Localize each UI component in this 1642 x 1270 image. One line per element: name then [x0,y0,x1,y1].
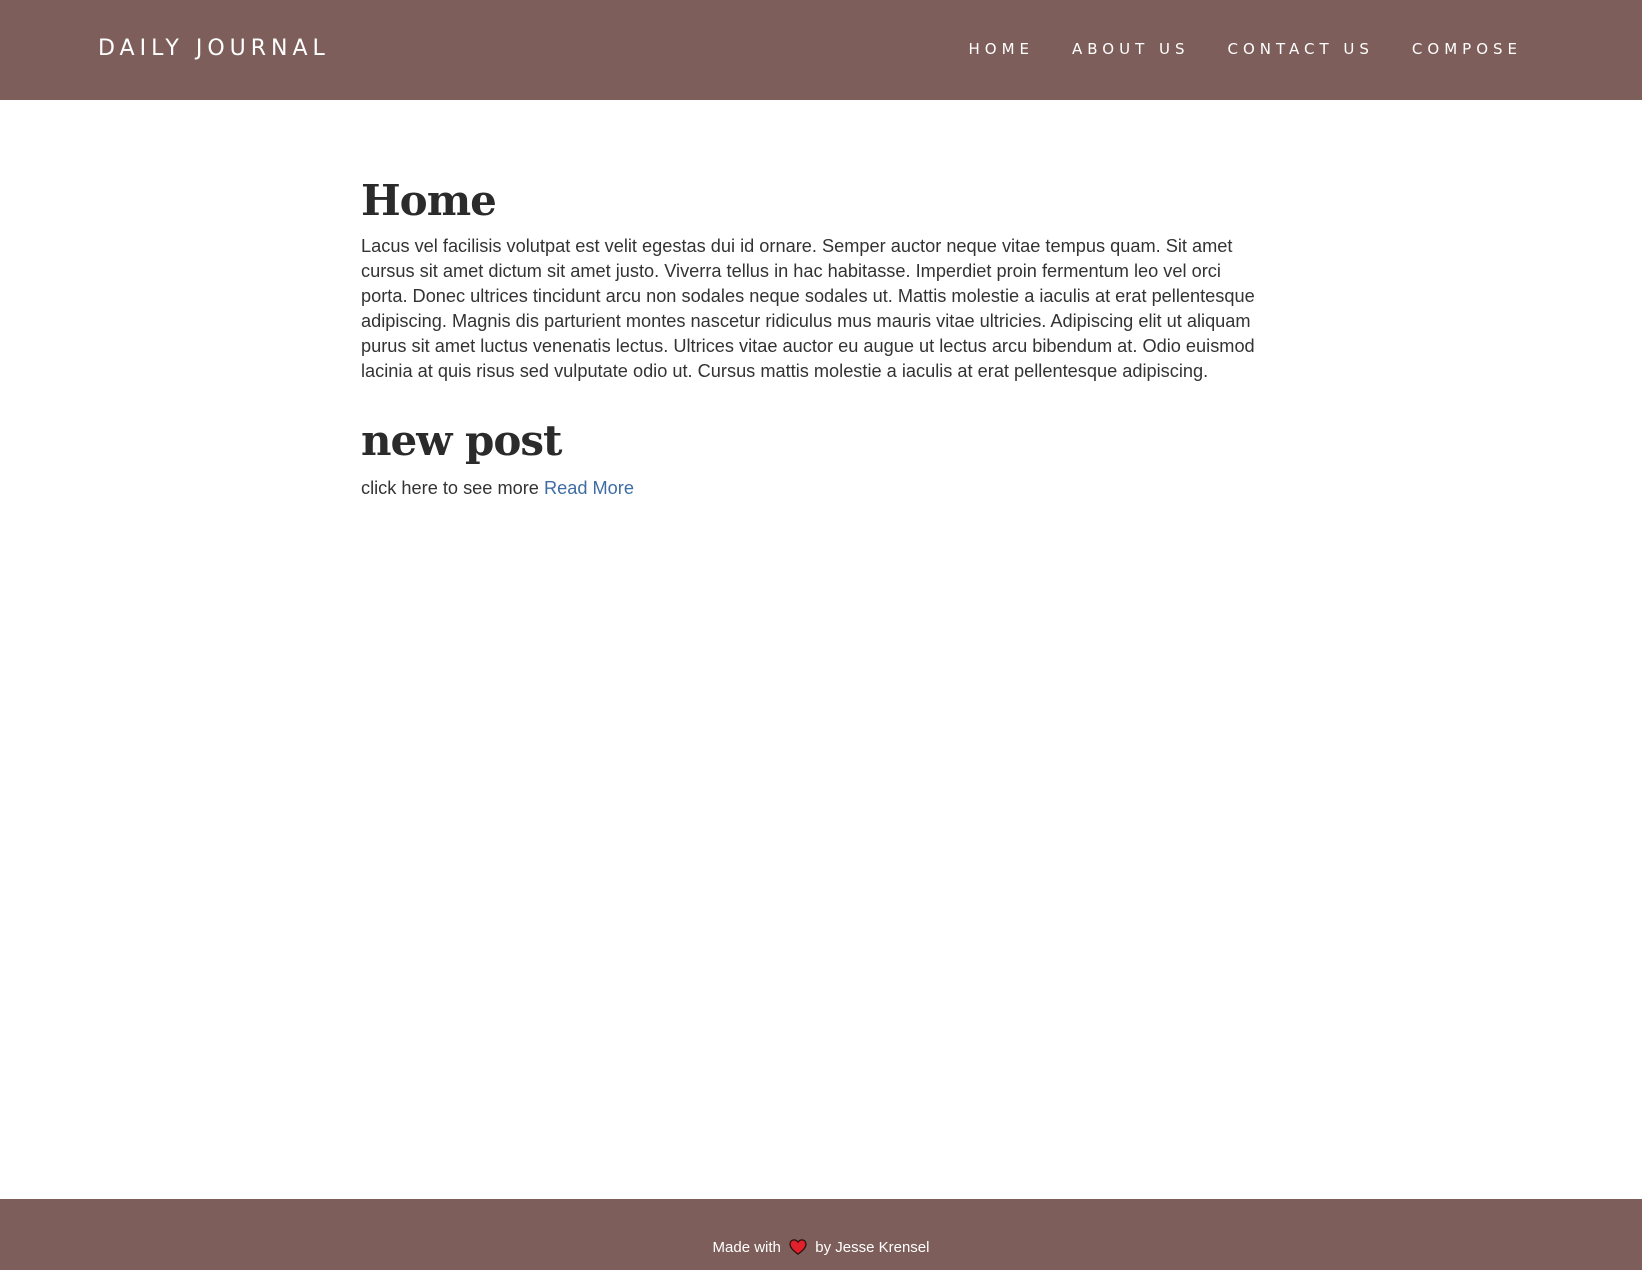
intro-paragraph: Lacus vel facilisis volutpat est velit e… [361,236,1255,381]
footer-credit: Made with by Jesse Krensel [0,1239,1642,1257]
main-content: Home Lacus vel facilisis volutpat est ve… [361,170,1255,501]
brand-logo-link[interactable]: DAILY JOURNAL [98,36,330,62]
post-excerpt: click here to see more Read More [361,476,1255,501]
footer-author: by Jesse Krensel [815,1239,930,1256]
post-item: new post click here to see more Read Mor… [361,410,1255,501]
main-nav: HOME ABOUT US CONTACT US COMPOSE [968,40,1522,58]
nav-link-contact-us[interactable]: CONTACT US [1228,40,1374,58]
nav-link-about-us[interactable]: ABOUT US [1072,40,1190,58]
post-title: new post [361,416,562,465]
heart-icon [789,1239,807,1255]
nav-link-home[interactable]: HOME [968,40,1034,58]
post-excerpt-text: click here to see more [361,478,539,498]
footer-made-with: Made with [712,1239,781,1256]
site-footer: Made with by Jesse Krensel [0,1199,1642,1270]
site-header: DAILY JOURNAL HOME ABOUT US CONTACT US C… [0,0,1642,100]
page-title: Home [361,176,497,225]
nav-link-compose[interactable]: COMPOSE [1412,40,1522,58]
read-more-link[interactable]: Read More [544,478,634,498]
